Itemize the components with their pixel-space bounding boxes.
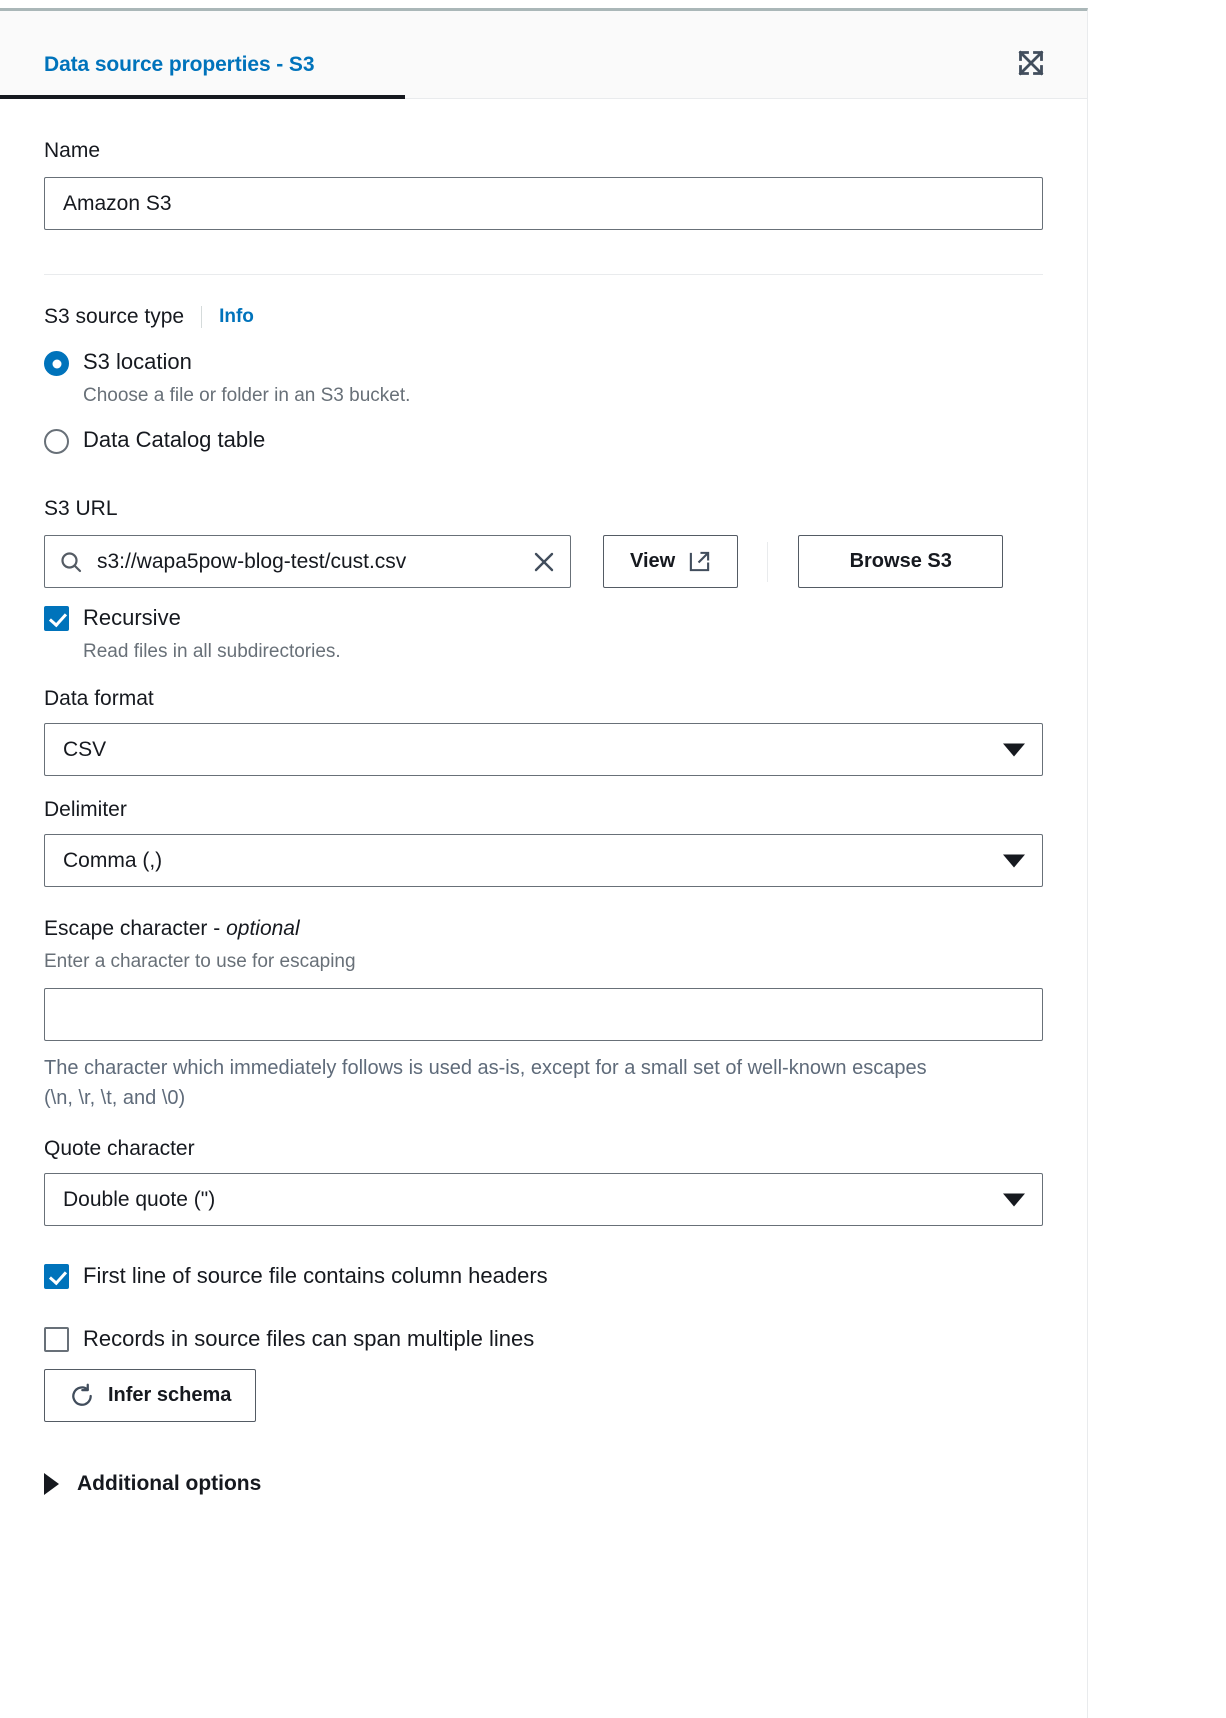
close-icon[interactable] xyxy=(532,550,556,574)
radio-label-s3-location: S3 location xyxy=(83,349,192,374)
quote-character-label: Quote character xyxy=(44,1137,195,1160)
escape-character-help: The character which immediately follows … xyxy=(44,1053,1043,1113)
browse-s3-button[interactable]: Browse S3 xyxy=(798,535,1004,588)
right-gutter xyxy=(1089,0,1226,1718)
external-link-icon xyxy=(690,551,710,572)
triangle-right-icon xyxy=(44,1473,59,1495)
data-source-properties-panel: Data source properties - S3 Name S3 sour… xyxy=(0,8,1088,1718)
view-button-label: View xyxy=(630,550,676,572)
additional-options-label: Additional options xyxy=(77,1472,262,1495)
name-input[interactable] xyxy=(44,177,1043,230)
escape-character-label-text: Escape character - xyxy=(44,917,227,940)
name-label: Name xyxy=(44,139,101,162)
escape-character-optional: optional xyxy=(226,917,300,940)
radio-label-data-catalog-table: Data Catalog table xyxy=(83,427,266,452)
multiline-records-checkbox[interactable] xyxy=(44,1327,69,1352)
data-format-select-wrap: CSV xyxy=(44,723,1043,776)
data-format-value: CSV xyxy=(63,737,107,761)
radio-s3-location[interactable]: S3 location Choose a file or folder in a… xyxy=(44,347,1043,409)
recursive-description: Read files in all subdirectories. xyxy=(83,641,341,662)
panel-content: Name S3 source type Info S3 location Cho… xyxy=(0,99,1087,1536)
refresh-icon xyxy=(72,1383,92,1406)
info-link[interactable]: Info xyxy=(219,306,254,328)
data-format-select[interactable]: CSV xyxy=(44,723,1043,776)
quote-character-select[interactable]: Double quote (") xyxy=(44,1173,1043,1226)
search-icon xyxy=(61,551,82,572)
s3-url-label: S3 URL xyxy=(44,497,118,520)
escape-character-help-line-2: (\n, \r, \t, and \0) xyxy=(44,1087,186,1109)
button-group-divider xyxy=(767,541,769,582)
s3-url-input[interactable] xyxy=(95,548,526,575)
quote-character-select-wrap: Double quote (") xyxy=(44,1173,1043,1226)
recursive-label: Recursive xyxy=(83,605,181,630)
recursive-checkbox[interactable] xyxy=(44,606,69,631)
s3-url-field[interactable] xyxy=(44,535,571,588)
panel-title: Data source properties - S3 xyxy=(44,53,315,76)
radio-button-data-catalog-table[interactable] xyxy=(44,429,69,454)
s3-url-row: View Browse S3 xyxy=(44,535,1043,588)
delimiter-select-wrap: Comma (,) xyxy=(44,834,1043,887)
radio-desc-s3-location: Choose a file or folder in an S3 bucket. xyxy=(83,385,411,406)
panel-header: Data source properties - S3 xyxy=(0,11,1087,99)
recursive-checkbox-row[interactable]: Recursive Read files in all subdirectori… xyxy=(44,602,1043,665)
first-line-headers-label: First line of source file contains colum… xyxy=(83,1263,548,1288)
escape-character-label: Escape character - optional xyxy=(44,917,1043,941)
delimiter-select[interactable]: Comma (,) xyxy=(44,834,1043,887)
delimiter-label: Delimiter xyxy=(44,798,127,821)
s3-source-type-label: S3 source type xyxy=(44,305,185,328)
browse-s3-button-label: Browse S3 xyxy=(849,550,952,572)
first-line-headers-checkbox[interactable] xyxy=(44,1264,69,1289)
infer-schema-button[interactable]: Infer schema xyxy=(44,1369,257,1422)
radio-button-s3-location[interactable] xyxy=(44,351,69,376)
escape-character-hint: Enter a character to use for escaping xyxy=(44,951,356,972)
data-format-label: Data format xyxy=(44,687,154,710)
label-divider xyxy=(201,306,203,328)
expand-icon[interactable] xyxy=(1017,49,1045,77)
infer-schema-label: Infer schema xyxy=(108,1384,232,1406)
multiline-records-row[interactable]: Records in source files can span multipl… xyxy=(44,1323,1043,1354)
radio-data-catalog-table[interactable]: Data Catalog table xyxy=(44,425,1043,455)
first-line-headers-row[interactable]: First line of source file contains colum… xyxy=(44,1260,1043,1291)
view-button[interactable]: View xyxy=(603,535,739,588)
escape-character-help-line-1: The character which immediately follows … xyxy=(44,1057,927,1079)
quote-character-value: Double quote (") xyxy=(63,1187,216,1211)
delimiter-value: Comma (,) xyxy=(63,848,163,872)
s3-source-type-label-row: S3 source type Info xyxy=(44,305,1043,329)
escape-character-input[interactable] xyxy=(44,988,1043,1041)
additional-options-toggle[interactable]: Additional options xyxy=(44,1472,1043,1496)
multiline-records-label: Records in source files can span multipl… xyxy=(83,1326,535,1351)
